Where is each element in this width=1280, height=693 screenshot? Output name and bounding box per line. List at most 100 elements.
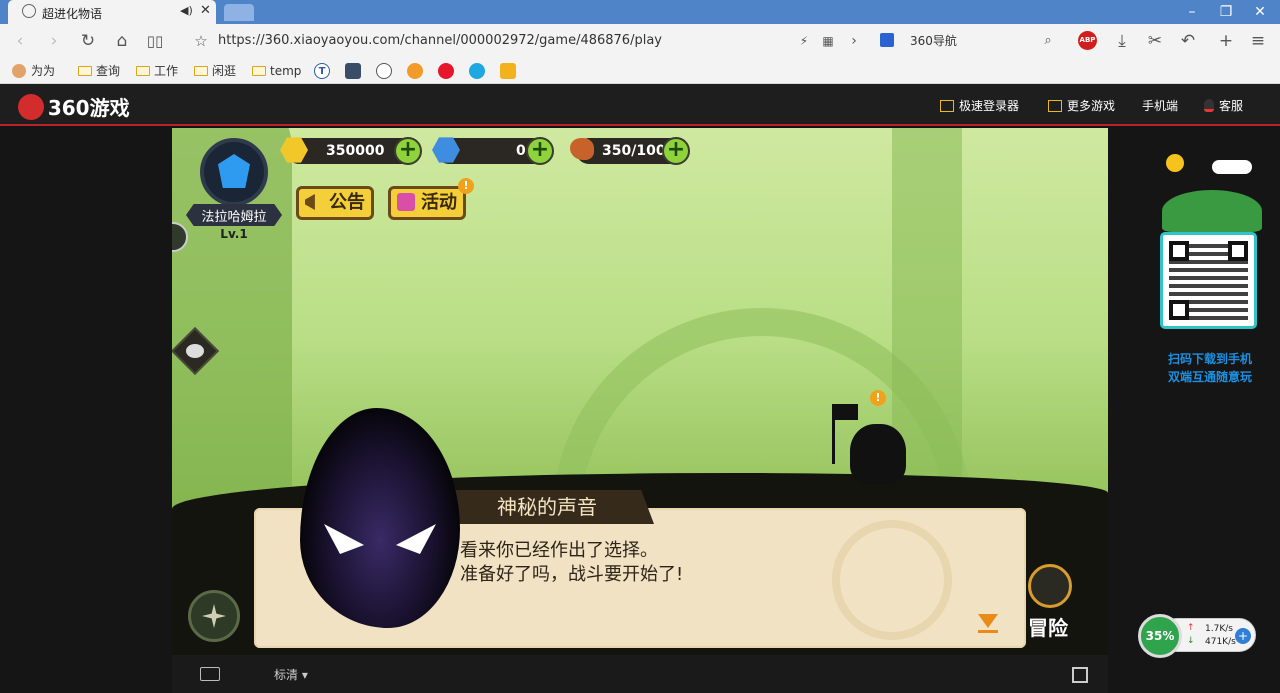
- forward-button[interactable]: ›: [42, 30, 66, 52]
- stamina-value: 350/100: [602, 143, 666, 159]
- enemy-creature[interactable]: [850, 424, 906, 484]
- bookmark-globe-icon[interactable]: [376, 63, 392, 79]
- chevron-right-icon[interactable]: ›: [842, 30, 866, 52]
- bookmark-folder-query[interactable]: 查询: [78, 63, 120, 79]
- favorite-star-icon[interactable]: ☆: [189, 30, 213, 52]
- close-window-button[interactable]: ✕: [1246, 0, 1274, 24]
- player-avatar[interactable]: [200, 138, 268, 206]
- mobile-link[interactable]: 手机端: [1142, 97, 1178, 114]
- cloud-icon: [1212, 160, 1252, 174]
- meat-icon: [570, 138, 594, 160]
- megaphone-icon: [305, 194, 315, 210]
- globe-icon: [22, 4, 36, 18]
- search-engine-label[interactable]: 360导航: [910, 32, 957, 49]
- game-canvas[interactable]: 法拉哈姆拉 Lv.1 350000 0 350/100 公告 活动 ! ! 神秘…: [172, 128, 1108, 655]
- bookmark-folder-work[interactable]: 工作: [136, 63, 178, 79]
- monitor-icon: [940, 100, 954, 112]
- dialog-line-1: 看来你已经作出了选择。: [460, 540, 658, 561]
- gem-value: 0: [516, 143, 526, 159]
- folder-icon: [136, 66, 150, 76]
- enemy-alert-icon: !: [870, 390, 886, 406]
- screenshot-icon[interactable]: ✂: [1143, 30, 1167, 52]
- qr-corner-tl: [1169, 241, 1189, 261]
- gem-icon: [432, 137, 460, 163]
- tab-audio-icon[interactable]: ◀): [180, 4, 193, 17]
- dragon-icon: [218, 154, 250, 188]
- adblock-icon[interactable]: ABP: [1078, 31, 1097, 50]
- fullscreen-icon[interactable]: [1072, 667, 1088, 683]
- tab-title: 超进化物语: [42, 7, 103, 21]
- player-name: 法拉哈姆拉: [201, 210, 267, 225]
- menu-icon[interactable]: ≡: [1246, 30, 1270, 52]
- bookmark-weiwei[interactable]: 为为: [12, 63, 55, 79]
- adventure-compass-icon[interactable]: [1028, 564, 1072, 608]
- adventure-button[interactable]: 冒险: [1028, 612, 1068, 641]
- logo-mark-icon: [18, 93, 44, 120]
- fast-launcher-link[interactable]: 极速登录器: [940, 97, 1019, 114]
- bookmarks-bar: 为为 查询 工作 闲逛 temp T: [0, 57, 1280, 84]
- folder-icon: [252, 66, 266, 76]
- bookmark-image-icon[interactable]: [345, 63, 361, 79]
- download-speed: 471K/s: [1205, 637, 1236, 647]
- chat-bubble-icon: [186, 344, 204, 358]
- url-field[interactable]: https://360.xiaoyaoyou.com/channel/00000…: [218, 33, 662, 48]
- more-games-link[interactable]: 更多游戏: [1048, 97, 1115, 114]
- monitor-plus-icon[interactable]: +: [1235, 628, 1251, 644]
- bookmark-weibo-icon[interactable]: [438, 63, 454, 79]
- bookmark-bird-icon[interactable]: [469, 63, 485, 79]
- speed-icon[interactable]: ⚡: [792, 30, 816, 52]
- new-tab-plus-icon[interactable]: +: [1214, 30, 1238, 52]
- shadow-creature: [300, 408, 460, 628]
- notice-button[interactable]: 公告: [296, 186, 374, 220]
- qr-corner-tr: [1228, 241, 1248, 261]
- search-icon[interactable]: ⌕: [1036, 30, 1060, 52]
- bookmark-cup-icon[interactable]: [500, 63, 516, 79]
- reload-icon[interactable]: ↻: [76, 30, 100, 52]
- bookmark-folder-temp[interactable]: temp: [252, 63, 301, 79]
- new-tab-button[interactable]: [224, 4, 254, 21]
- event-button[interactable]: 活动: [388, 186, 466, 220]
- bookmark-t-icon[interactable]: T: [314, 63, 330, 79]
- site-header: 360游戏 极速登录器 更多游戏 手机端 客服: [0, 84, 1280, 126]
- gold-value: 350000: [326, 143, 385, 159]
- penguin-icon: [1204, 99, 1214, 112]
- undo-icon[interactable]: ↶: [1176, 30, 1200, 52]
- add-stamina-button[interactable]: [662, 137, 690, 165]
- cpu-usage-badge[interactable]: 35%: [1138, 614, 1182, 658]
- qr-corner-bl: [1169, 300, 1189, 320]
- sun-icon: [1166, 154, 1184, 172]
- player-level: Lv.1: [220, 227, 248, 241]
- event-alert-icon: !: [458, 178, 474, 194]
- download-icon[interactable]: ⤓: [1110, 30, 1134, 52]
- qr-icon[interactable]: ▦: [816, 30, 840, 52]
- tab-close-icon[interactable]: ✕: [200, 3, 211, 18]
- maximize-button[interactable]: ❐: [1212, 0, 1240, 24]
- dialog-line-2: 准备好了吗，战斗要开始了!: [460, 564, 684, 585]
- home-icon[interactable]: ⌂: [110, 30, 134, 52]
- island-illustration: [1162, 190, 1262, 232]
- download-arrow-icon: ↓: [1187, 636, 1195, 646]
- tab-active[interactable]: 超进化物语 ◀) ✕: [8, 0, 216, 24]
- upload-speed: 1.7K/s: [1205, 624, 1233, 634]
- qr-caption-line-1: 扫码下载到手机: [1167, 352, 1252, 366]
- game-toolbar: 标清 ▾: [172, 655, 1108, 693]
- enemy-flag-icon: [834, 404, 858, 420]
- folder-icon: [78, 66, 92, 76]
- search-engine-icon[interactable]: [880, 33, 894, 47]
- add-gem-button[interactable]: [526, 137, 554, 165]
- customer-service-link[interactable]: 客服: [1204, 97, 1243, 114]
- upload-arrow-icon: ↑: [1187, 623, 1195, 633]
- bookmark-folder-browse[interactable]: 闲逛: [194, 63, 236, 79]
- quality-select[interactable]: 标清 ▾: [274, 666, 308, 683]
- bookmark-fox-icon[interactable]: [407, 63, 423, 79]
- back-button[interactable]: ‹: [8, 30, 32, 52]
- title-bar: 超进化物语 ◀) ✕ – ❐ ✕: [0, 0, 1280, 24]
- jungle-trunk-right: [892, 128, 962, 488]
- add-gold-button[interactable]: [394, 137, 422, 165]
- logo[interactable]: 360游戏: [18, 92, 130, 120]
- keyboard-icon[interactable]: [200, 667, 220, 681]
- minimize-button[interactable]: –: [1178, 0, 1206, 24]
- reader-icon[interactable]: ▯▯: [143, 30, 167, 52]
- speaker-name: 神秘的声音: [440, 490, 654, 524]
- folder-icon: [194, 66, 208, 76]
